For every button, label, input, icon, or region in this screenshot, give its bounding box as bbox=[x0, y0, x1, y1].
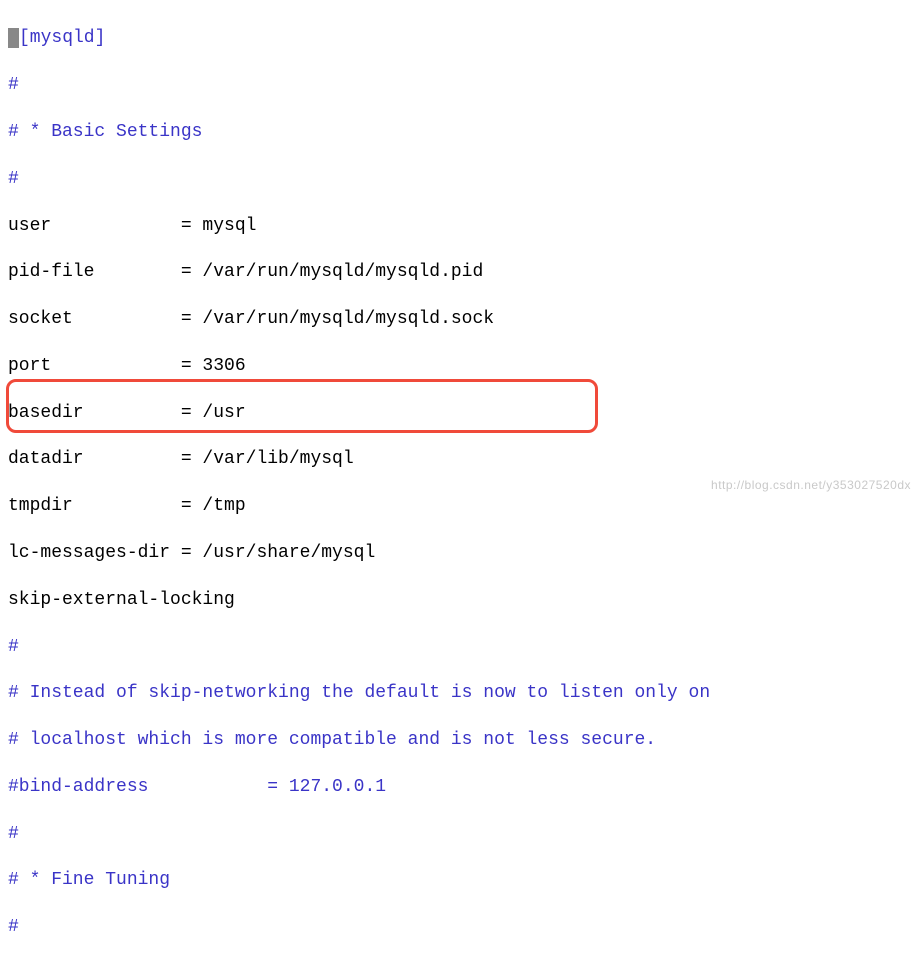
section-header: [mysqld] bbox=[19, 28, 105, 48]
comment-line: # bbox=[8, 823, 913, 846]
setting-skip-external-locking: skip-external-locking bbox=[8, 589, 913, 612]
setting-pid-file: pid-file = /var/run/mysqld/mysqld.pid bbox=[8, 261, 913, 284]
basic-settings-comment: # * Basic Settings bbox=[8, 121, 913, 144]
setting-lc-messages-dir: lc-messages-dir = /usr/share/mysql bbox=[8, 542, 913, 565]
comment-line: # bbox=[8, 916, 913, 939]
setting-port: port = 3306 bbox=[8, 355, 913, 378]
fine-tuning-comment: # * Fine Tuning bbox=[8, 869, 913, 892]
comment-skip-networking-2: # localhost which is more compatible and… bbox=[8, 729, 913, 752]
cursor-block bbox=[8, 28, 19, 48]
comment-line: # bbox=[8, 636, 913, 659]
setting-socket: socket = /var/run/mysqld/mysqld.sock bbox=[8, 308, 913, 331]
setting-tmpdir: tmpdir = /tmp bbox=[8, 495, 913, 518]
setting-basedir: basedir = /usr bbox=[8, 402, 913, 425]
setting-bind-address: #bind-address = 127.0.0.1 bbox=[8, 776, 913, 799]
comment-line: # bbox=[8, 168, 913, 191]
watermark-text: http://blog.csdn.net/y353027520dx bbox=[711, 478, 911, 494]
comment-skip-networking-1: # Instead of skip-networking the default… bbox=[8, 682, 913, 705]
comment-line: # bbox=[8, 74, 913, 97]
setting-datadir: datadir = /var/lib/mysql bbox=[8, 448, 913, 471]
setting-user: user = mysql bbox=[8, 215, 913, 238]
